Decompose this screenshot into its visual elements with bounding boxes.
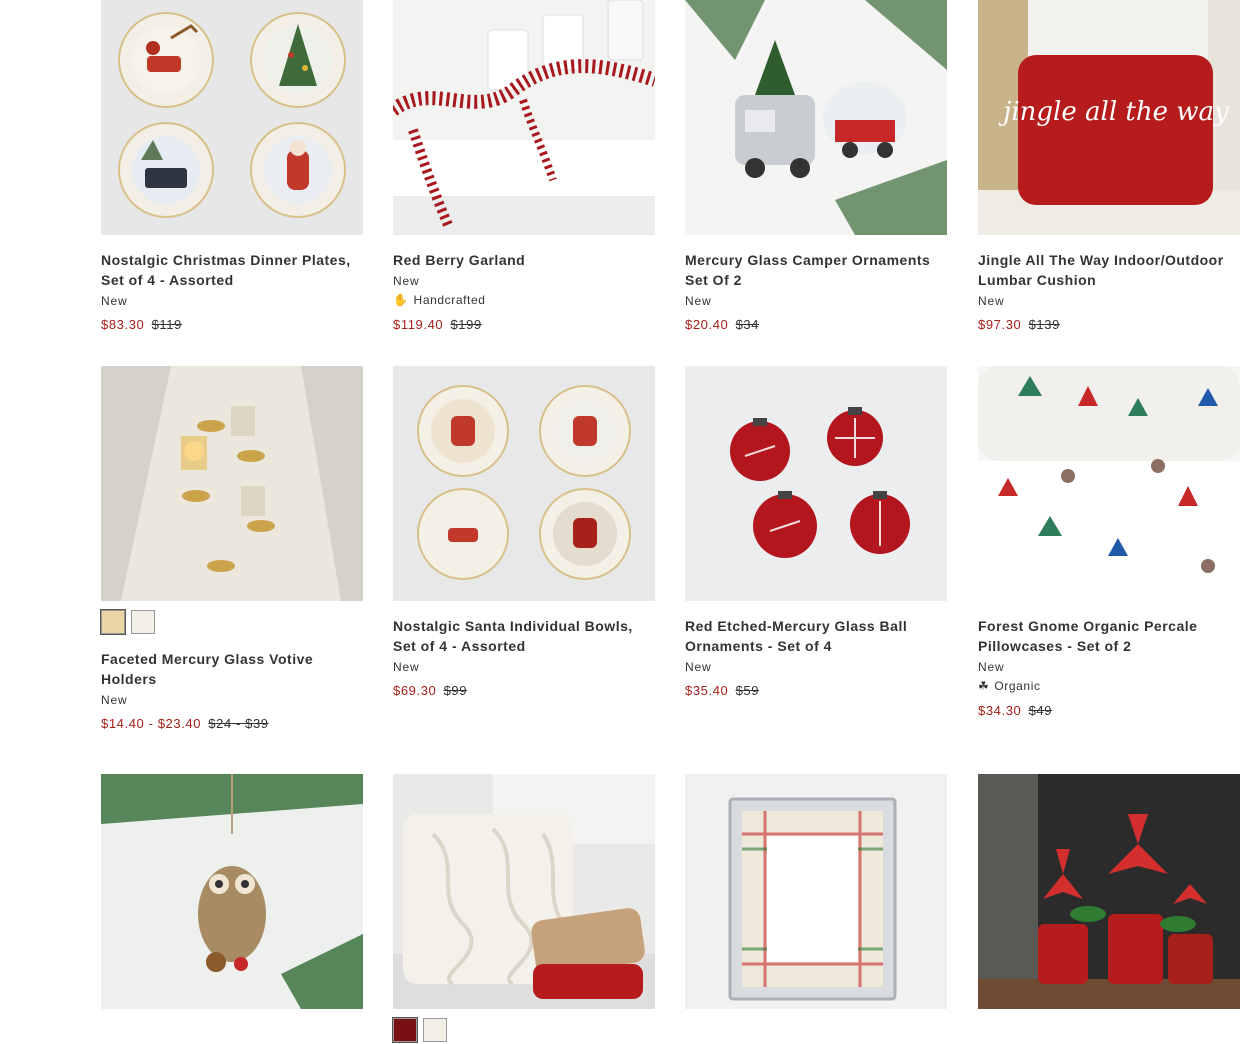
new-badge: New (978, 660, 1005, 674)
product-card[interactable] (101, 774, 363, 1009)
swatch-gold[interactable] (100, 609, 126, 635)
product-price: $35.40 $59 (685, 682, 947, 700)
product-image[interactable] (393, 0, 655, 235)
product-image[interactable] (685, 774, 947, 1009)
product-price: $119.40 $199 (393, 316, 655, 334)
product-image[interactable] (101, 366, 363, 601)
product-price: $14.40 - $23.40 $24 - $39 (101, 715, 363, 733)
product-card[interactable]: Faceted Mercury Glass Votive Holders New… (100, 366, 363, 733)
product-title[interactable]: Forest Gnome Organic Percale Pillowcases… (978, 616, 1240, 656)
new-badge: New (393, 274, 420, 288)
product-card[interactable]: Mercury Glass Camper Ornaments Set Of 2 … (685, 0, 947, 334)
cushion-text: jingle all the way (998, 97, 1229, 127)
original-price: $59 (735, 683, 760, 698)
product-image[interactable] (978, 366, 1240, 601)
new-badge: New (685, 294, 712, 308)
swatch-red[interactable] (392, 1017, 418, 1043)
product-image[interactable] (978, 774, 1240, 1009)
product-card[interactable] (978, 774, 1240, 1009)
product-card[interactable] (685, 774, 947, 1009)
color-swatches (392, 1017, 655, 1044)
handcrafted-feature: ✋ Handcrafted (393, 290, 655, 310)
feature-label: Handcrafted (413, 293, 486, 307)
product-image[interactable] (685, 0, 947, 235)
product-price: $20.40 $34 (685, 316, 947, 334)
sale-price: $35.40 (685, 683, 729, 698)
new-badge: New (685, 660, 712, 674)
product-price: $34.30 $49 (978, 702, 1240, 720)
new-badge: New (978, 294, 1005, 308)
original-price: $49 (1028, 703, 1053, 718)
product-title[interactable]: Red Etched-Mercury Glass Ball Ornaments … (685, 616, 947, 656)
original-price: $34 (735, 317, 760, 332)
product-card[interactable]: Forest Gnome Organic Percale Pillowcases… (978, 366, 1240, 720)
product-title[interactable]: Red Berry Garland (393, 250, 655, 270)
product-price: $83.30 $119 (101, 316, 363, 334)
feature-label: Organic (994, 679, 1041, 693)
product-image[interactable] (101, 774, 363, 1009)
product-price: $97.30 $139 (978, 316, 1240, 334)
product-image[interactable]: jingle all the way (978, 0, 1240, 235)
product-card[interactable]: Nostalgic Santa Individual Bowls, Set of… (393, 366, 655, 700)
new-badge: New (101, 294, 128, 308)
swatch-ivory[interactable] (423, 1018, 447, 1042)
product-title[interactable]: Nostalgic Santa Individual Bowls, Set of… (393, 616, 655, 656)
sale-price: $14.40 - $23.40 (101, 716, 202, 731)
product-price: $69.30 $99 (393, 682, 655, 700)
product-title[interactable]: Nostalgic Christmas Dinner Plates, Set o… (101, 250, 363, 290)
sale-price: $83.30 (101, 317, 145, 332)
product-image[interactable] (685, 366, 947, 601)
product-card[interactable]: Nostalgic Christmas Dinner Plates, Set o… (101, 0, 363, 334)
product-card[interactable]: Red Berry Garland New ✋ Handcrafted $119… (393, 0, 655, 334)
sale-price: $69.30 (393, 683, 437, 698)
original-price: $119 (151, 317, 182, 332)
organic-feature: ☘ Organic (978, 676, 1240, 696)
swatch-silver[interactable] (131, 610, 155, 634)
original-price: $199 (450, 317, 482, 332)
color-swatches (100, 609, 363, 636)
sale-price: $20.40 (685, 317, 729, 332)
sale-price: $97.30 (978, 317, 1022, 332)
product-image[interactable] (101, 0, 363, 235)
original-price: $99 (443, 683, 468, 698)
product-title[interactable]: Jingle All The Way Indoor/Outdoor Lumbar… (978, 250, 1240, 290)
product-card[interactable] (392, 774, 655, 1044)
sale-price: $34.30 (978, 703, 1022, 718)
product-card[interactable]: Red Etched-Mercury Glass Ball Ornaments … (685, 366, 947, 700)
hand-icon: ✋ (393, 293, 409, 307)
product-card[interactable]: jingle all the way Jingle All The Way In… (978, 0, 1240, 334)
product-title[interactable]: Faceted Mercury Glass Votive Holders (101, 649, 363, 689)
original-price: $24 - $39 (208, 716, 269, 731)
new-badge: New (393, 660, 420, 674)
product-image[interactable] (393, 774, 655, 1009)
sale-price: $119.40 (393, 317, 444, 332)
leaf-icon: ☘ (978, 679, 990, 693)
new-badge: New (101, 693, 128, 707)
original-price: $139 (1028, 317, 1060, 332)
product-image[interactable] (393, 366, 655, 601)
product-title[interactable]: Mercury Glass Camper Ornaments Set Of 2 (685, 250, 947, 290)
